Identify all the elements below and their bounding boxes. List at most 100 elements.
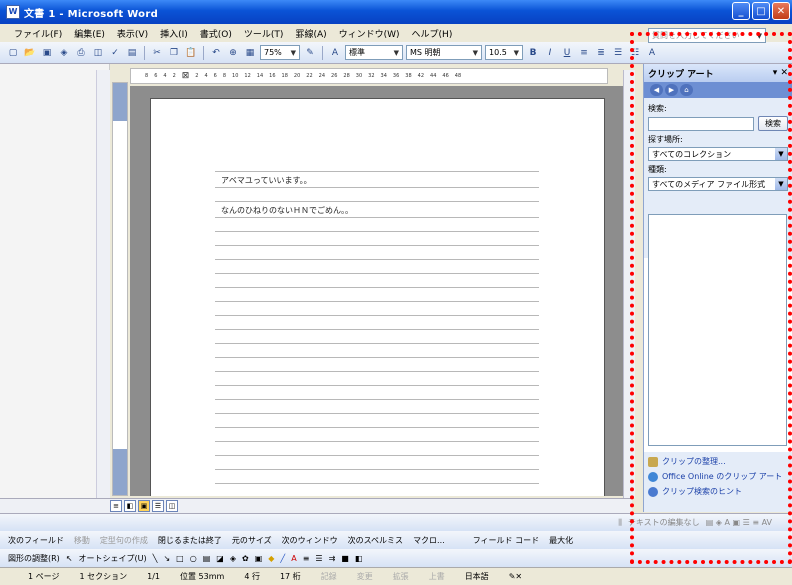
original-size-button[interactable]: 元のサイズ (232, 535, 272, 546)
arrow-style-icon[interactable]: ⇉ (329, 554, 336, 563)
arrow-icon[interactable]: ↘ (163, 554, 170, 563)
panel-close-icon[interactable]: ▾ ✕ (773, 68, 788, 78)
menu-view[interactable]: 表示(V) (111, 27, 154, 40)
spelling-icon[interactable]: ✓ (108, 46, 122, 60)
text-direction-icon[interactable]: ⫼ (618, 518, 622, 528)
font-select[interactable]: MS 明朝 ▼ (406, 45, 482, 60)
search-tips-link[interactable]: クリップ検索のヒント (648, 486, 789, 497)
back-icon[interactable]: ◀ (650, 84, 663, 96)
autoshape-menu[interactable]: オートシェイプ(U) (79, 553, 147, 564)
align-left-icon[interactable]: ≡ (577, 46, 591, 60)
underline-button[interactable]: U (560, 46, 574, 60)
next-window-button[interactable]: 次のウィンドウ (282, 535, 338, 546)
reviewing-icons[interactable]: ▤ ◈ A ▣ ☰ ≡ AV (706, 518, 772, 527)
menu-window[interactable]: ウィンドウ(W) (333, 27, 406, 40)
organize-clips-link[interactable]: クリップの整理... (648, 456, 789, 467)
picture-icon[interactable]: ▣ (255, 554, 263, 563)
horizontal-ruler[interactable]: 8642 ⊠ 2 4 6 8 10 12 14 16 18 20 22 24 26 28 30 32 34 36 3… (130, 68, 608, 84)
bold-button[interactable]: B (526, 46, 540, 60)
status-track[interactable]: 変更 (357, 571, 373, 582)
menu-help[interactable]: ヘルプ(H) (406, 27, 459, 40)
line-color-icon[interactable]: ╱ (280, 554, 285, 563)
select-objects-icon[interactable]: ↖ (66, 554, 73, 563)
status-overtype[interactable]: 上書 (429, 571, 445, 582)
vertical-ruler[interactable] (112, 82, 128, 496)
status-extend[interactable]: 拡張 (393, 571, 409, 582)
reading-layout-button[interactable]: ◫ (166, 500, 178, 512)
menu-table[interactable]: 罫線(A) (289, 27, 332, 40)
oval-icon[interactable]: ○ (190, 554, 197, 563)
close-button[interactable]: ✕ (772, 2, 790, 20)
styles-icon[interactable]: A (328, 46, 342, 60)
shadow-icon[interactable]: ■ (341, 554, 349, 563)
font-color-draw-icon[interactable]: A (291, 554, 296, 563)
numbering-icon[interactable]: ☷ (628, 46, 642, 60)
table-icon[interactable]: ▦ (243, 46, 257, 60)
save-icon[interactable]: ▣ (40, 46, 54, 60)
menu-edit[interactable]: 編集(E) (68, 27, 111, 40)
media-type-select[interactable]: すべてのメディア ファイル形式 ▼ (648, 177, 788, 191)
read-icon[interactable]: ✎ (303, 46, 317, 60)
document-page[interactable]: アベマユっていいます。。 なんのひねりのないＨＮでごめん。。 (150, 98, 605, 496)
open-folder-icon[interactable]: 📂 (23, 46, 37, 60)
move-button[interactable]: 移動 (74, 535, 90, 546)
paste-icon[interactable]: 📋 (184, 46, 198, 60)
clip-results-area[interactable] (648, 214, 787, 446)
close-or-exit-button[interactable]: 閉じるまたは終了 (158, 535, 222, 546)
macro-button[interactable]: マクロ... (413, 535, 445, 546)
menu-format[interactable]: 書式(O) (194, 27, 238, 40)
print-preview-icon[interactable]: ◫ (91, 46, 105, 60)
cut-icon[interactable]: ✂ (150, 46, 164, 60)
wordart-icon[interactable]: ◪ (216, 554, 224, 563)
outline-view-button[interactable]: ☰ (152, 500, 164, 512)
menu-tools[interactable]: ツール(T) (238, 27, 290, 40)
font-size-select[interactable]: 10.5 ▼ (485, 45, 523, 60)
normal-view-button[interactable]: ≡ (110, 500, 122, 512)
clipart-icon[interactable]: ✿ (242, 554, 249, 563)
research-icon[interactable]: ▤ (125, 46, 139, 60)
hyperlink-icon[interactable]: ⊕ (226, 46, 240, 60)
permission-icon[interactable]: ◈ (57, 46, 71, 60)
indent-marker-icon[interactable]: ⊠ (182, 71, 190, 81)
create-autotext-button[interactable]: 定型句の作成 (100, 535, 148, 546)
3d-icon[interactable]: ◧ (355, 554, 363, 563)
font-color-icon[interactable]: A (645, 46, 659, 60)
textbox-icon[interactable]: ▤ (203, 554, 211, 563)
ask-question-box[interactable]: 質問を入力してください ▼ (648, 28, 766, 43)
bullets-icon[interactable]: ☰ (611, 46, 625, 60)
left-vertical-scrollbar[interactable] (96, 70, 110, 498)
clip-search-input[interactable] (648, 116, 754, 131)
print-icon[interactable]: ⎙ (74, 46, 88, 60)
next-spelling-error-button[interactable]: 次のスペルミス (348, 535, 403, 546)
menu-file[interactable]: ファイル(F) (8, 27, 68, 40)
menu-insert[interactable]: 挿入(I) (154, 27, 194, 40)
home-icon[interactable]: ⌂ (680, 84, 693, 96)
fill-color-icon[interactable]: ◆ (268, 554, 274, 563)
search-in-select[interactable]: すべてのコレクション ▼ (648, 147, 788, 161)
document-vertical-scrollbar[interactable] (623, 70, 635, 498)
maximize-button[interactable]: □ (752, 2, 770, 20)
rectangle-icon[interactable]: □ (176, 554, 184, 563)
copy-icon[interactable]: ❐ (167, 46, 181, 60)
forward-icon[interactable]: ▶ (665, 84, 678, 96)
undo-icon[interactable]: ↶ (209, 46, 223, 60)
office-online-link[interactable]: Office Online のクリップ アート (648, 471, 789, 482)
diagram-icon[interactable]: ◈ (230, 554, 236, 563)
style-select[interactable]: 標準 ▼ (345, 45, 403, 60)
new-document-icon[interactable]: ▢ (6, 46, 20, 60)
clip-search-button[interactable]: 検索 (758, 116, 788, 131)
minimize-button[interactable]: _ (732, 2, 750, 20)
maximize-field-button[interactable]: 最大化 (549, 535, 573, 546)
align-center-icon[interactable]: ≣ (594, 46, 608, 60)
next-field-button[interactable]: 次のフィールド (8, 535, 64, 546)
zoom-select[interactable]: 75% ▼ (260, 45, 300, 60)
dash-style-icon[interactable]: ☰ (315, 554, 322, 563)
web-layout-button[interactable]: ◧ (124, 500, 136, 512)
print-layout-button[interactable]: ▣ (138, 500, 150, 512)
field-code-button[interactable]: フィールド コード (473, 535, 539, 546)
draw-adjust-menu[interactable]: 図形の調整(R) (8, 553, 60, 564)
status-record[interactable]: 記録 (321, 571, 337, 582)
line-style-icon[interactable]: ≡ (303, 554, 310, 563)
italic-button[interactable]: I (543, 46, 557, 60)
spelling-status-icon[interactable]: ✎✕ (509, 572, 522, 581)
